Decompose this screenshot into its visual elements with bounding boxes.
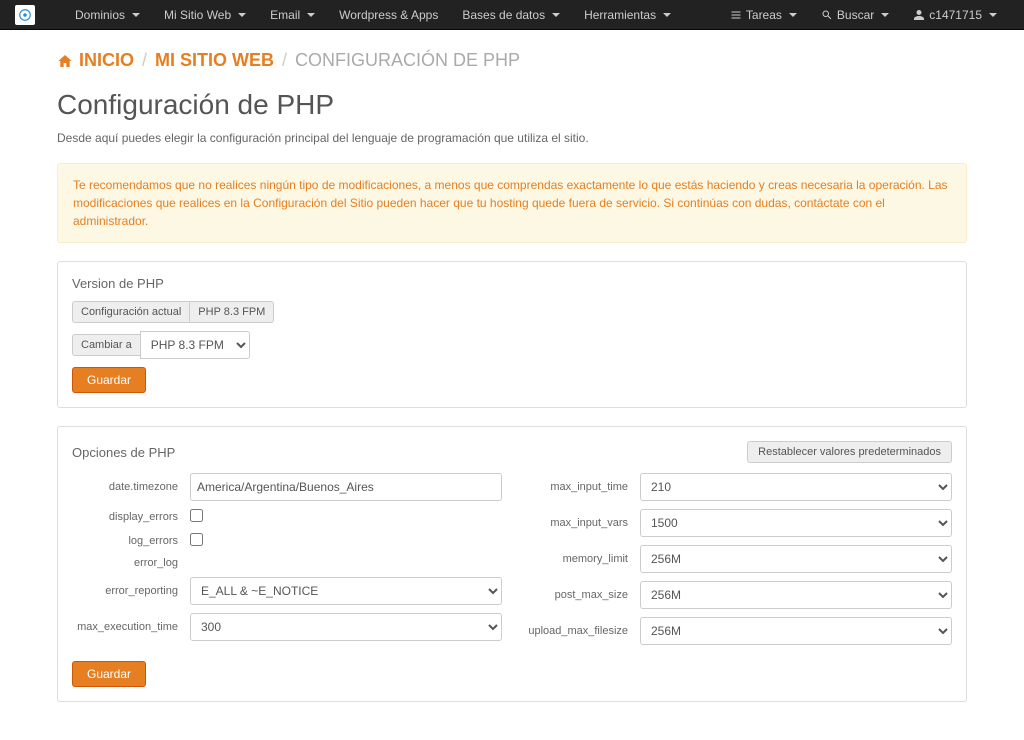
checkbox-display-errors[interactable] [190, 509, 203, 522]
breadcrumb: INICIO / MI SITIO WEB / CONFIGURACIÓN DE… [57, 50, 967, 71]
caret-icon [989, 13, 997, 17]
page-title: Configuración de PHP [57, 89, 967, 121]
breadcrumb-home[interactable]: INICIO [57, 50, 134, 71]
breadcrumb-site[interactable]: MI SITIO WEB [155, 50, 274, 71]
label-max-execution-time: max_execution_time [72, 621, 190, 633]
select-post-max-size[interactable]: 256M [640, 581, 952, 609]
nav-email[interactable]: Email [258, 1, 327, 29]
label-max-input-vars: max_input_vars [522, 517, 640, 529]
warning-alert: Te recomendamos que no realices ningún t… [57, 163, 967, 243]
label-max-input-time: max_input_time [522, 481, 640, 493]
select-memory-limit[interactable]: 256M [640, 545, 952, 573]
list-icon [730, 9, 742, 21]
nav-wordpress-apps[interactable]: Wordpress & Apps [327, 1, 450, 29]
label-post-max-size: post_max_size [522, 589, 640, 601]
select-max-execution-time[interactable]: 300 [190, 613, 502, 641]
select-upload-max-filesize[interactable]: 256M [640, 617, 952, 645]
caret-icon [132, 13, 140, 17]
label-log-errors: log_errors [72, 535, 190, 547]
nav-bases-de-datos[interactable]: Bases de datos [450, 1, 572, 29]
caret-icon [663, 13, 671, 17]
caret-icon [307, 13, 315, 17]
page-subtitle: Desde aquí puedes elegir la configuració… [57, 131, 967, 145]
panel-title-version: Version de PHP [72, 276, 952, 291]
badge-current-version: PHP 8.3 FPM [190, 301, 274, 323]
home-icon [57, 53, 73, 69]
select-max-input-time[interactable]: 210 [640, 473, 952, 501]
breadcrumb-sep: / [282, 50, 287, 71]
panel-title-options: Opciones de PHP [72, 445, 175, 460]
nav-mi-sitio-web[interactable]: Mi Sitio Web [152, 1, 258, 29]
checkbox-log-errors[interactable] [190, 533, 203, 546]
user-icon [913, 9, 925, 21]
nav-herramientas[interactable]: Herramientas [572, 1, 683, 29]
caret-icon [238, 13, 246, 17]
badge-cambiar-a: Cambiar a [72, 334, 141, 356]
label-upload-max-filesize: upload_max_filesize [522, 625, 640, 637]
select-max-input-vars[interactable]: 1500 [640, 509, 952, 537]
caret-icon [881, 13, 889, 17]
select-php-version[interactable]: PHP 8.3 FPM [140, 331, 250, 359]
caret-icon [789, 13, 797, 17]
label-timezone: date.timezone [72, 481, 190, 493]
breadcrumb-current: CONFIGURACIÓN DE PHP [295, 50, 520, 71]
label-error-reporting: error_reporting [72, 585, 190, 597]
badge-config-actual: Configuración actual [72, 301, 190, 323]
nav-tareas[interactable]: Tareas [718, 1, 809, 29]
save-version-button[interactable]: Guardar [72, 367, 146, 393]
input-timezone[interactable] [190, 473, 502, 501]
nav-dominios[interactable]: Dominios [63, 1, 152, 29]
search-icon [821, 9, 833, 21]
panel-php-version: Version de PHP Configuración actual PHP … [57, 261, 967, 408]
reset-defaults-button[interactable]: Restablecer valores predeterminados [747, 441, 952, 463]
label-memory-limit: memory_limit [522, 553, 640, 565]
logo[interactable] [15, 5, 35, 25]
panel-php-options: Opciones de PHP Restablecer valores pred… [57, 426, 967, 702]
select-error-reporting[interactable]: E_ALL & ~E_NOTICE [190, 577, 502, 605]
nav-buscar[interactable]: Buscar [809, 1, 901, 29]
label-display-errors: display_errors [72, 511, 190, 523]
save-options-button[interactable]: Guardar [72, 661, 146, 687]
top-navbar: Dominios Mi Sitio Web Email Wordpress & … [0, 0, 1024, 30]
label-error-log: error_log [72, 557, 190, 569]
breadcrumb-sep: / [142, 50, 147, 71]
nav-user[interactable]: c1471715 [901, 1, 1009, 29]
caret-icon [552, 13, 560, 17]
